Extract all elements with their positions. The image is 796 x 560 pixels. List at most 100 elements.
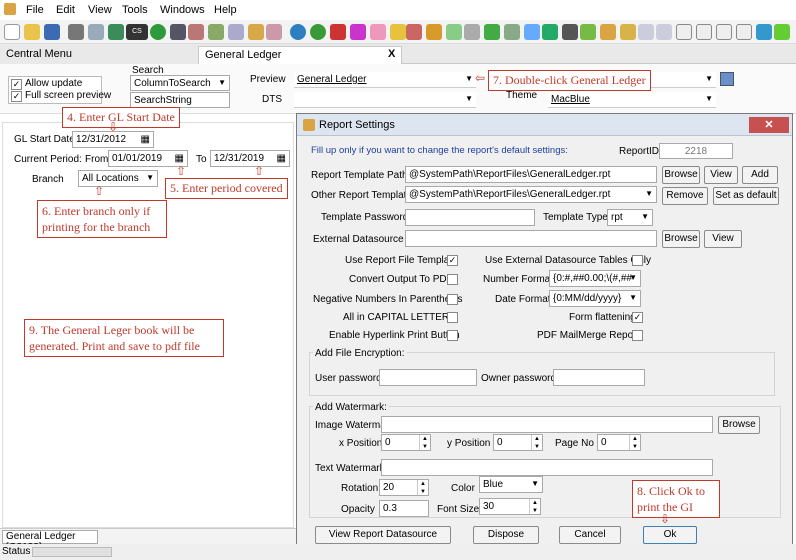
x-position-stepper[interactable]: 0 ▲ ▼	[381, 434, 431, 451]
filter-icon[interactable]	[756, 24, 772, 40]
number-format-select[interactable]: {0:#,##0.00;\(#,## ▼	[549, 270, 641, 287]
dispose-button[interactable]: Dispose	[473, 526, 539, 544]
browse-template-button[interactable]: Browse	[662, 166, 700, 184]
user-password-input[interactable]	[379, 369, 477, 386]
form-flattening-checkbox[interactable]: ✓	[632, 312, 643, 323]
star-icon[interactable]	[390, 24, 406, 40]
template-password-input[interactable]	[405, 209, 535, 226]
cancel-button[interactable]: Cancel	[559, 526, 621, 544]
up-icon[interactable]	[108, 24, 124, 40]
cut-icon[interactable]	[208, 24, 224, 40]
column-to-search-select[interactable]: ColumnToSearch ▼	[130, 75, 230, 91]
opacity-input[interactable]: 0.3	[379, 500, 429, 517]
preview-select[interactable]: General Ledger ▼	[294, 72, 476, 88]
text-watermark-input[interactable]	[381, 459, 713, 476]
info-icon[interactable]	[310, 24, 326, 40]
menu-edit[interactable]: Edit	[56, 4, 75, 16]
menu-tools[interactable]: Tools	[122, 4, 148, 16]
font-size-stepper[interactable]: 30 ▲ ▼	[479, 498, 541, 515]
theme-select[interactable]: MacBlue ▼	[548, 92, 716, 108]
neg-paren-checkbox[interactable]	[447, 294, 458, 305]
preview-icon[interactable]	[88, 24, 104, 40]
paste-icon[interactable]	[248, 24, 264, 40]
to-date-input[interactable]: 12/31/2019 ▦	[210, 150, 290, 167]
owner-password-input[interactable]	[553, 369, 645, 386]
tile-icon[interactable]	[696, 24, 712, 40]
layout-icon[interactable]	[736, 24, 752, 40]
add-template-button[interactable]: Add	[742, 166, 778, 184]
tab-general-ledger[interactable]: General Ledger	[198, 46, 402, 64]
date-format-select[interactable]: {0:MM/dd/yyyy} ▼	[549, 290, 641, 307]
print-icon[interactable]	[68, 24, 84, 40]
view-datasource-button[interactable]: View	[704, 230, 742, 248]
print2-icon[interactable]	[504, 24, 520, 40]
hyperlink-checkbox[interactable]	[447, 330, 458, 341]
sheet-icon[interactable]	[484, 24, 500, 40]
external-datasource-input[interactable]	[405, 230, 657, 247]
gear-icon[interactable]	[580, 24, 596, 40]
tag-icon[interactable]	[370, 24, 386, 40]
bookmark-icon[interactable]	[406, 24, 422, 40]
filter-clear-icon[interactable]	[774, 24, 790, 40]
mail-icon[interactable]	[524, 24, 540, 40]
browse-watermark-button[interactable]: Browse	[718, 416, 760, 434]
currency-icon[interactable]	[330, 24, 346, 40]
convert-pdf-checkbox[interactable]	[447, 274, 458, 285]
copy-icon[interactable]	[228, 24, 244, 40]
allow-update-checkbox[interactable]: ✓	[11, 79, 22, 90]
view-schema-button[interactable]: View Report Datasource Schema	[315, 526, 451, 556]
save-icon[interactable]	[44, 24, 60, 40]
search-string-input[interactable]: SearchString	[130, 92, 230, 108]
template-path-input[interactable]: @SystemPath\ReportFiles\GeneralLedger.rp…	[405, 166, 657, 183]
mailmerge-checkbox[interactable]	[632, 330, 643, 341]
all-caps-checkbox[interactable]	[447, 312, 458, 323]
cm-icon[interactable]	[350, 24, 366, 40]
other-templates-select[interactable]: @SystemPath\ReportFiles\GeneralLedger.rp…	[405, 186, 657, 203]
menu-view[interactable]: View	[88, 4, 112, 16]
new-icon[interactable]	[4, 24, 20, 40]
find-icon[interactable]	[188, 24, 204, 40]
tab-central-menu[interactable]: Central Menu	[0, 46, 198, 64]
grid-icon[interactable]	[720, 72, 734, 86]
dialog-close-icon[interactable]: ✕	[749, 117, 789, 133]
window-icon[interactable]	[676, 24, 692, 40]
branch-select[interactable]: All Locations ▼	[78, 170, 158, 187]
cs-icon[interactable]: CS	[126, 24, 148, 40]
pen-icon[interactable]	[562, 24, 578, 40]
menu-windows[interactable]: Windows	[160, 4, 205, 16]
close-tab-icon[interactable]: X	[388, 48, 395, 60]
zoom-in-icon[interactable]	[656, 24, 672, 40]
open-icon[interactable]	[24, 24, 40, 40]
view-template-button[interactable]: View	[704, 166, 738, 184]
refresh-icon[interactable]	[150, 24, 166, 40]
cascade-icon[interactable]	[716, 24, 732, 40]
use-template-checkbox[interactable]: ✓	[447, 255, 458, 266]
template-type-select[interactable]: rpt ▼	[607, 209, 653, 226]
bottom-tab-general-ledger[interactable]: General Ledger [G2133]	[2, 530, 98, 553]
image-watermark-input[interactable]	[381, 416, 713, 433]
help-icon[interactable]	[290, 24, 306, 40]
rotation-stepper[interactable]: 20 ▲ ▼	[379, 479, 429, 496]
stamp-icon[interactable]	[464, 24, 480, 40]
menu-file[interactable]: File	[26, 4, 44, 16]
g-icon[interactable]	[426, 24, 442, 40]
remove-template-button[interactable]: Remove	[662, 187, 708, 205]
color-select[interactable]: Blue ▼	[479, 476, 543, 493]
page-no-stepper[interactable]: 0 ▲ ▼	[597, 434, 641, 451]
clear-icon[interactable]	[266, 24, 282, 40]
tree-icon[interactable]	[542, 24, 558, 40]
set-default-button[interactable]: Set as default	[713, 187, 779, 205]
ok-button[interactable]: Ok	[643, 526, 697, 544]
lock-icon[interactable]	[600, 24, 616, 40]
browse-datasource-button[interactable]: Browse	[662, 230, 700, 248]
y-position-stepper[interactable]: 0 ▲ ▼	[493, 434, 543, 451]
unlock-icon[interactable]	[620, 24, 636, 40]
dts-select[interactable]: ▼	[294, 92, 476, 108]
menu-help[interactable]: Help	[214, 4, 237, 16]
undo-icon[interactable]	[170, 24, 186, 40]
zoom-out-icon[interactable]	[638, 24, 654, 40]
brush-icon[interactable]	[446, 24, 462, 40]
to-label: To	[196, 154, 207, 165]
use-ext-tables-checkbox[interactable]	[632, 255, 643, 266]
full-screen-checkbox[interactable]: ✓	[11, 91, 22, 102]
